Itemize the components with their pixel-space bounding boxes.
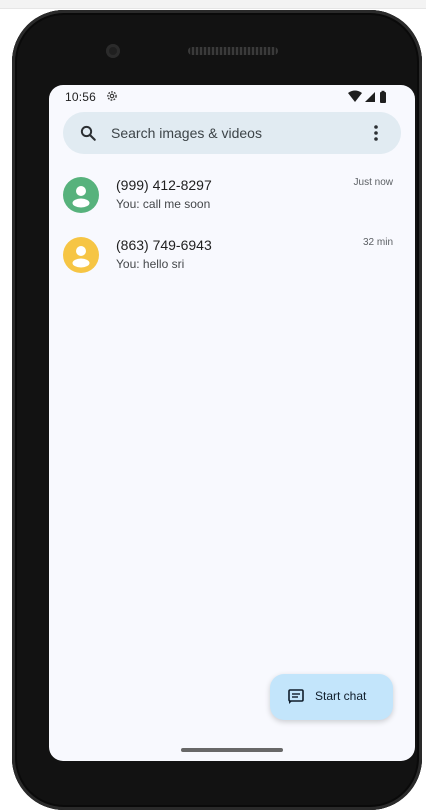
- status-time: 10:56: [65, 90, 97, 104]
- window-top-edge: [0, 0, 426, 9]
- message-icon: [288, 689, 304, 704]
- gear-icon: [107, 91, 117, 101]
- earpiece-speaker: [188, 47, 278, 55]
- person-icon: [72, 246, 90, 268]
- conversation-item[interactable]: (999) 412-8297 You: call me soon Just no…: [49, 173, 415, 231]
- conversation-name: (999) 412-8297: [116, 177, 212, 193]
- front-camera: [106, 44, 120, 58]
- conversation-time: 32 min: [362, 237, 393, 248]
- avatar: [63, 237, 99, 273]
- emulator-canvas: 10:56 Search images & videos (999) 412-8…: [0, 0, 426, 812]
- cellular-signal-icon: [365, 92, 375, 102]
- conversation-item[interactable]: (863) 749-6943 You: hello sri 32 min: [49, 233, 415, 291]
- status-bar: 10:56: [49, 85, 415, 109]
- status-icons: [348, 90, 386, 103]
- phone-frame: 10:56 Search images & videos (999) 412-8…: [12, 10, 422, 810]
- phone-screen: 10:56 Search images & videos (999) 412-8…: [49, 85, 415, 761]
- home-gesture-bar[interactable]: [181, 748, 283, 752]
- start-chat-button[interactable]: Start chat: [270, 674, 393, 720]
- conversation-name: (863) 749-6943: [116, 237, 212, 253]
- start-chat-label[interactable]: Start chat: [315, 689, 366, 703]
- wifi-icon: [348, 90, 362, 102]
- battery-icon: [380, 92, 386, 103]
- search-bar[interactable]: Search images & videos: [63, 112, 401, 154]
- avatar: [63, 177, 99, 213]
- search-icon[interactable]: [79, 124, 97, 142]
- conversation-snippet: You: call me soon: [116, 197, 211, 211]
- more-vertical-icon[interactable]: [367, 123, 385, 143]
- conversation-snippet: You: hello sri: [116, 257, 185, 271]
- person-icon: [72, 186, 90, 208]
- search-placeholder[interactable]: Search images & videos: [111, 125, 262, 141]
- conversation-time: Just now: [353, 177, 393, 188]
